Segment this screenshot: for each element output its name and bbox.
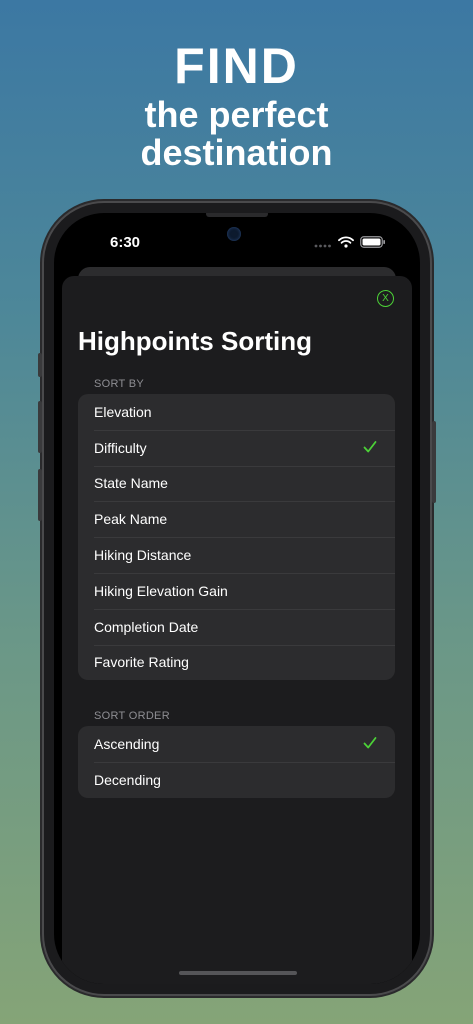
wifi-icon — [338, 235, 354, 253]
sort-by-option-favorite-rating[interactable]: Favorite Rating — [78, 644, 395, 681]
sort-by-option-label: Difficulty — [94, 439, 147, 456]
section-header-sort-order: SORT ORDER — [94, 710, 170, 722]
sort-by-option-label: Hiking Distance — [94, 547, 192, 564]
sort-by-option-elevation[interactable]: Elevation — [78, 394, 395, 430]
power-button — [432, 421, 436, 503]
sort-by-list: Elevation Difficulty State Name Peak Nam… — [78, 394, 395, 681]
promo-headline-the-perfect: the perfect — [144, 94, 329, 135]
sort-by-option-label: Peak Name — [94, 511, 168, 528]
sort-order-option-label: Decending — [94, 771, 161, 788]
earpiece-speaker — [206, 213, 268, 217]
sorting-sheet: X Highpoints Sorting SORT BY Elevation D… — [62, 276, 412, 984]
sort-by-option-label: Hiking Elevation Gain — [94, 582, 228, 599]
phone-frame: 6:30 X Highpoints Sorting SORT BY Elevat… — [38, 203, 436, 994]
volume-up-button — [38, 401, 42, 453]
sort-by-option-label: Favorite Rating — [94, 654, 189, 671]
sort-by-option-hiking-distance[interactable]: Hiking Distance — [78, 537, 395, 573]
cellular-signal-icon — [314, 235, 332, 253]
sort-order-option-ascending[interactable]: Ascending — [78, 726, 395, 762]
sort-by-option-hiking-elevation-gain[interactable]: Hiking Elevation Gain — [78, 572, 395, 609]
sort-by-option-completion-date[interactable]: Completion Date — [78, 608, 395, 645]
sort-by-option-label: State Name — [94, 475, 168, 492]
phone-screen: 6:30 X Highpoints Sorting SORT BY Elevat… — [54, 213, 420, 984]
sort-by-option-label: Elevation — [94, 403, 152, 420]
sort-by-option-difficulty[interactable]: Difficulty — [78, 429, 395, 466]
status-time: 6:30 — [110, 234, 141, 251]
checkmark-icon — [363, 440, 377, 459]
promo-headline-destination: destination — [140, 132, 333, 173]
sort-by-option-label: Completion Date — [94, 618, 199, 635]
volume-down-button — [38, 469, 42, 521]
page-title: Highpoints Sorting — [78, 326, 312, 356]
sort-order-option-decending[interactable]: Decending — [78, 761, 395, 798]
status-icons — [314, 235, 386, 253]
front-camera-icon — [227, 227, 241, 241]
sort-order-list: Ascending Decending — [78, 726, 395, 798]
section-header-sort-by: SORT BY — [94, 378, 144, 390]
sort-order-option-label: Ascending — [94, 735, 160, 752]
home-indicator[interactable] — [179, 971, 297, 975]
promo-headline-find: FIND — [174, 38, 299, 94]
sort-by-option-peak-name[interactable]: Peak Name — [78, 501, 395, 537]
checkmark-icon — [363, 736, 377, 755]
mute-switch — [38, 353, 42, 377]
battery-icon — [360, 235, 386, 253]
close-icon[interactable]: X — [377, 290, 394, 307]
sort-by-option-state-name[interactable]: State Name — [78, 465, 395, 502]
